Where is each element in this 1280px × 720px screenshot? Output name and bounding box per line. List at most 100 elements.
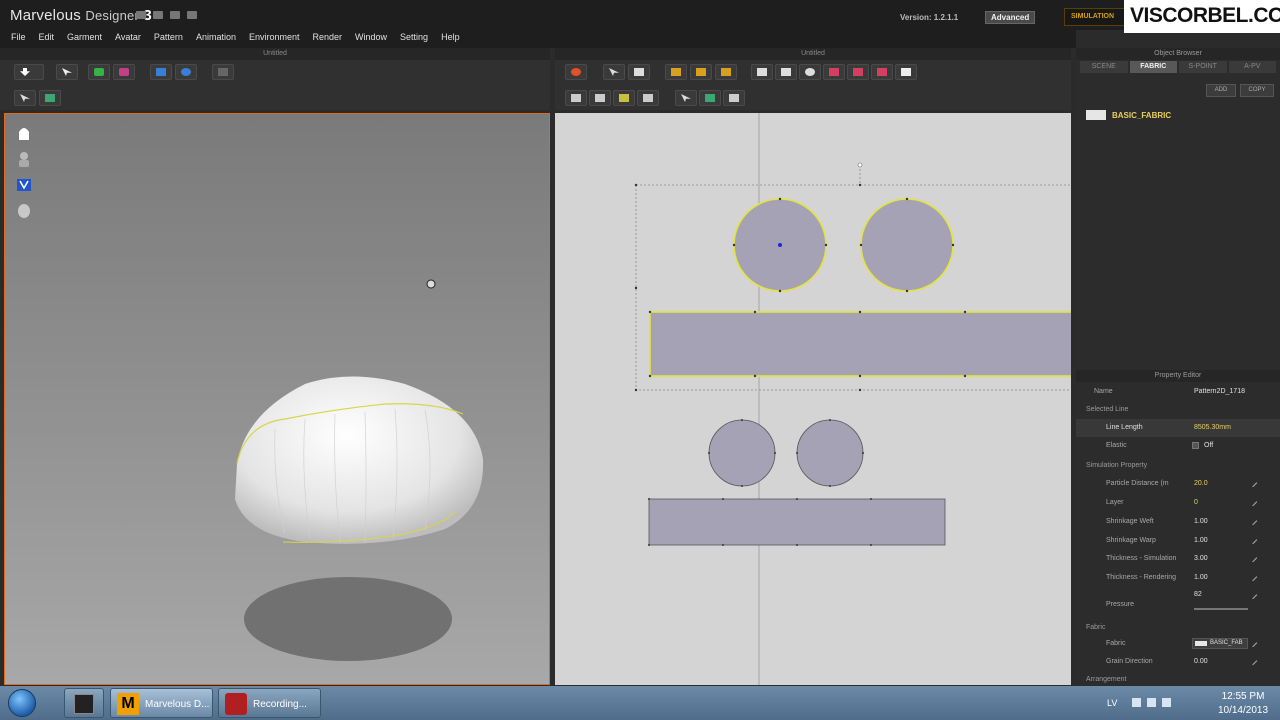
layer-value[interactable]: 0 xyxy=(1194,499,1198,506)
segment-sewing-button[interactable] xyxy=(565,90,587,106)
taskbar: M Marvelous D... Recording... LV 12:55 P… xyxy=(0,686,1280,720)
menu-avatar[interactable]: Avatar xyxy=(109,30,148,48)
redo-icon[interactable] xyxy=(187,11,197,19)
internal-rect-button[interactable] xyxy=(847,64,869,80)
section-arrangement[interactable]: Arrangement xyxy=(1086,676,1126,683)
pattern-circle-2-selected[interactable] xyxy=(860,198,954,292)
property-name-value[interactable]: Pattern2D_1718 xyxy=(1194,388,1245,395)
pressure-value[interactable]: 82 xyxy=(1194,591,1202,598)
language-indicator[interactable]: LV xyxy=(1107,698,1117,708)
pressure-slider[interactable] xyxy=(1194,608,1248,610)
panel-header-3d: Untitled xyxy=(0,48,550,60)
tray-arrow-icon[interactable] xyxy=(1132,698,1141,707)
menu-animation[interactable]: Animation xyxy=(190,30,243,48)
volume-icon[interactable] xyxy=(1162,698,1171,707)
tab-scene[interactable]: SCENE xyxy=(1080,61,1128,73)
save-icon[interactable] xyxy=(136,11,146,19)
menu-help[interactable]: Help xyxy=(435,30,467,48)
fabric-list-item[interactable]: BASIC_FABRIC xyxy=(1086,110,1171,120)
clock-time[interactable]: 12:55 PM xyxy=(1213,691,1273,702)
tab-s-point[interactable]: S-POINT xyxy=(1179,61,1227,73)
mode-badge[interactable]: Advanced xyxy=(985,11,1036,24)
dart-tool-button[interactable] xyxy=(895,64,917,80)
menu-render[interactable]: Render xyxy=(307,30,350,48)
fold-tool-button[interactable] xyxy=(150,64,172,80)
network-icon[interactable] xyxy=(1147,698,1156,707)
copy-fabric-button[interactable]: COPY xyxy=(1240,84,1274,97)
clock-date[interactable]: 10/14/2013 xyxy=(1213,705,1273,716)
thickness-simulation-value[interactable]: 3.00 xyxy=(1194,555,1208,562)
tab-fabric[interactable]: FABRIC xyxy=(1129,61,1177,73)
simulation-toggle-button[interactable] xyxy=(565,64,587,80)
start-button-icon[interactable] xyxy=(8,689,36,717)
line-length-value[interactable]: 8505.30mm xyxy=(1194,424,1231,431)
free-sewing-button[interactable] xyxy=(589,90,611,106)
edit-pen-icon[interactable] xyxy=(1248,497,1258,507)
garment-3d-render[interactable] xyxy=(5,114,550,685)
rotate-handle[interactable] xyxy=(857,162,863,168)
pattern-circle-4[interactable] xyxy=(796,419,864,487)
rectangle-tool-button[interactable] xyxy=(775,64,797,80)
edit-pen-icon[interactable] xyxy=(1248,590,1258,600)
menu-window[interactable]: Window xyxy=(349,30,394,48)
polygon-tool-button[interactable] xyxy=(751,64,773,80)
section-selected-line[interactable]: Selected Line xyxy=(1086,406,1128,413)
texture-transform-button[interactable] xyxy=(723,90,745,106)
tack-tool-button[interactable] xyxy=(175,64,197,80)
viewport-2d[interactable] xyxy=(555,113,1071,685)
import-tool-button[interactable] xyxy=(14,64,44,80)
shrinkage-weft-value[interactable]: 1.00 xyxy=(1194,518,1208,525)
menu-environment[interactable]: Environment xyxy=(243,30,307,48)
edit-pen-icon[interactable] xyxy=(1248,638,1258,648)
edit-pen-icon[interactable] xyxy=(1248,572,1258,582)
add-fabric-button[interactable]: ADD xyxy=(1206,84,1236,97)
menu-file[interactable]: File xyxy=(5,30,33,48)
select-texture-button[interactable] xyxy=(675,90,697,106)
pattern-rect-selected[interactable] xyxy=(649,311,1071,377)
sewing-check-button[interactable] xyxy=(637,90,659,106)
tab-a-pv[interactable]: A-PV xyxy=(1228,61,1276,73)
pattern-canvas[interactable] xyxy=(555,113,1071,685)
pattern-circle-3[interactable] xyxy=(708,419,776,487)
edit-pen-icon[interactable] xyxy=(1248,478,1258,488)
menu-edit[interactable]: Edit xyxy=(33,30,62,48)
internal-polygon-button[interactable] xyxy=(823,64,845,80)
circle-tool-button[interactable] xyxy=(799,64,821,80)
open-icon[interactable] xyxy=(153,11,163,19)
pin-tool-button[interactable] xyxy=(212,64,234,80)
avatar-remove-tool-button[interactable] xyxy=(113,64,135,80)
avatar-add-tool-button[interactable] xyxy=(88,64,110,80)
transform-pattern-button[interactable] xyxy=(603,64,625,80)
shrinkage-warp-value[interactable]: 1.00 xyxy=(1194,537,1208,544)
texture-edit-button[interactable] xyxy=(699,90,721,106)
edit-pen-icon[interactable] xyxy=(1248,516,1258,526)
pattern-rect-2[interactable] xyxy=(648,498,946,546)
particle-distance-value[interactable]: 20.0 xyxy=(1194,480,1208,487)
menu-pattern[interactable]: Pattern xyxy=(148,30,190,48)
internal-circle-button[interactable] xyxy=(871,64,893,80)
curve-tool-button[interactable] xyxy=(665,64,687,80)
section-simulation-property[interactable]: Simulation Property xyxy=(1086,462,1147,469)
edit-pen-icon[interactable] xyxy=(1248,656,1258,666)
elastic-checkbox[interactable] xyxy=(1192,442,1199,449)
menu-garment[interactable]: Garment xyxy=(61,30,109,48)
add-point-button[interactable] xyxy=(715,64,737,80)
taskbar-pinned-app[interactable] xyxy=(64,688,104,718)
select-mesh-tool-button[interactable] xyxy=(14,90,36,106)
taskbar-marvelous[interactable]: M Marvelous D... xyxy=(110,688,213,718)
curve-point-button[interactable] xyxy=(690,64,712,80)
edit-point-button[interactable] xyxy=(628,64,650,80)
taskbar-recording[interactable]: Recording... xyxy=(218,688,321,718)
thickness-rendering-value[interactable]: 1.00 xyxy=(1194,574,1208,581)
edit-pen-icon[interactable] xyxy=(1248,535,1258,545)
menu-setting[interactable]: Setting xyxy=(394,30,435,48)
property-elastic-row: Elastic Off xyxy=(1076,437,1280,455)
edit-pen-icon[interactable] xyxy=(1248,553,1258,563)
viewport-3d[interactable] xyxy=(4,113,550,685)
section-fabric[interactable]: Fabric xyxy=(1086,624,1105,631)
texture-tool-button[interactable] xyxy=(39,90,61,106)
undo-icon[interactable] xyxy=(170,11,180,19)
edit-sewing-button[interactable] xyxy=(613,90,635,106)
select-tool-button[interactable] xyxy=(56,64,78,80)
grain-direction-value[interactable]: 0.00 xyxy=(1194,658,1208,665)
